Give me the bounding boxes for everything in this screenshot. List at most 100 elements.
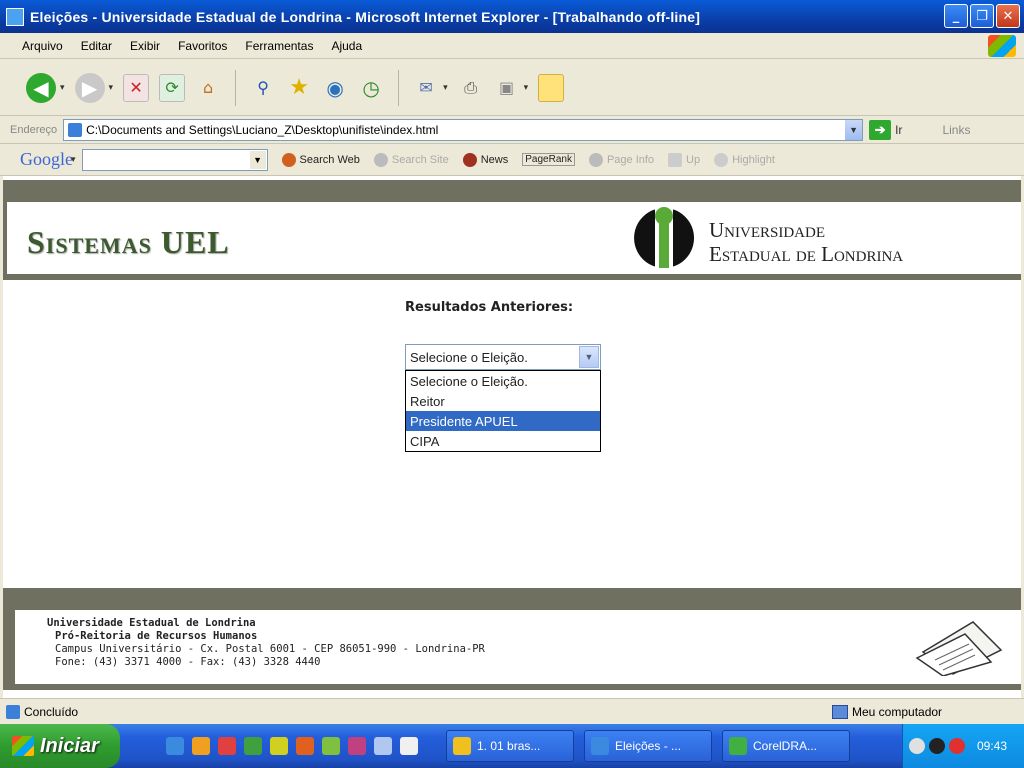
task-button-1[interactable]: 1. 01 bras... xyxy=(446,730,574,762)
go-button[interactable]: Ir xyxy=(895,123,902,137)
back-icon[interactable]: ◀ xyxy=(26,72,56,103)
folder-icon[interactable] xyxy=(538,73,565,102)
quick-launch xyxy=(166,737,418,755)
print-icon[interactable]: ⎙ xyxy=(458,74,484,102)
close-button[interactable]: ✕ xyxy=(996,4,1020,28)
forward-dropdown-icon[interactable]: ▾ xyxy=(109,83,114,93)
university-name-line1: Universidade xyxy=(709,218,825,242)
menu-bar: Arquivo Editar Exibir Favoritos Ferramen… xyxy=(0,33,1024,59)
pagerank-indicator[interactable]: PageRank xyxy=(522,153,575,166)
quick-launch-icon[interactable] xyxy=(244,737,262,755)
quick-launch-icon[interactable] xyxy=(348,737,366,755)
standard-toolbar: ◀ ▾ ▶ ▾ ✕ ⟳ ⌂ ⚲ ★ ◉ ◷ ✉ ▾ ⎙ ▣ ▾ xyxy=(0,60,1024,116)
toolbar-separator xyxy=(235,69,237,106)
highlight-button[interactable]: Highlight xyxy=(714,152,775,167)
menu-arquivo[interactable]: Arquivo xyxy=(22,39,63,53)
menu-editar[interactable]: Editar xyxy=(81,39,112,53)
maximize-button[interactable]: ❐ xyxy=(970,4,994,28)
university-name: Universidade Estadual de Londrina xyxy=(709,218,903,266)
page-icon xyxy=(68,122,83,137)
site-header: Sistemas UEL Universidade Estadual de Lo… xyxy=(19,202,1021,274)
task-label: 1. 01 bras... xyxy=(477,739,541,753)
option-cipa[interactable]: CIPA xyxy=(406,431,600,451)
task-label: CorelDRA... xyxy=(753,739,818,753)
links-button[interactable]: Links xyxy=(942,123,970,137)
up-icon xyxy=(668,152,683,167)
news-button[interactable]: News xyxy=(462,152,508,167)
refresh-icon[interactable]: ⟳ xyxy=(159,73,186,102)
mail-icon[interactable]: ✉ xyxy=(413,74,439,102)
quick-launch-icon[interactable] xyxy=(270,737,288,755)
option-selecione[interactable]: Selecione o Eleição. xyxy=(406,371,600,391)
google-search-input[interactable]: ▼ xyxy=(81,148,268,171)
pagerank-label: PageRank xyxy=(522,153,575,166)
edit-dropdown-icon[interactable]: ▾ xyxy=(524,83,529,93)
media-icon[interactable]: ◉ xyxy=(322,74,348,102)
status-bar: Concluído Meu computador xyxy=(0,698,1024,724)
history-icon[interactable]: ◷ xyxy=(358,74,384,102)
status-zone-label: Meu computador xyxy=(852,704,943,719)
quick-launch-icon[interactable] xyxy=(374,737,392,755)
search-web-icon xyxy=(281,152,296,167)
footer-phone: Fone: (43) 3371 4000 - Fax: (43) 3328 44… xyxy=(55,656,321,668)
footer-university: Universidade Estadual de Londrina xyxy=(47,617,256,629)
quick-launch-icon[interactable] xyxy=(166,737,184,755)
menu-ferramentas[interactable]: Ferramentas xyxy=(245,39,313,53)
edit-icon[interactable]: ▣ xyxy=(494,74,520,102)
election-options-list: Selecione o Eleição. Reitor Presidente A… xyxy=(405,370,601,452)
option-reitor[interactable]: Reitor xyxy=(406,391,600,411)
university-name-line2: Estadual de Londrina xyxy=(709,242,904,266)
footer-band-bottom xyxy=(3,684,1021,690)
my-computer-icon xyxy=(832,704,848,719)
select-dropdown-icon[interactable]: ▼ xyxy=(579,346,599,368)
ie-app-icon xyxy=(6,7,24,26)
home-icon[interactable]: ⌂ xyxy=(195,74,221,102)
toolbar-separator xyxy=(398,69,400,106)
go-arrow-icon[interactable]: ➔ xyxy=(869,119,892,140)
task-button-3[interactable]: CorelDRA... xyxy=(722,730,850,762)
tray-icon[interactable] xyxy=(949,738,965,754)
favorites-star-icon[interactable]: ★ xyxy=(286,74,312,102)
address-input[interactable]: C:\Documents and Settings\Luciano_Z\Desk… xyxy=(63,118,864,141)
task-label: Eleições - ... xyxy=(615,739,682,753)
address-url[interactable]: C:\Documents and Settings\Luciano_Z\Desk… xyxy=(86,123,438,137)
menu-favoritos[interactable]: Favoritos xyxy=(178,39,227,53)
quick-launch-icon[interactable] xyxy=(218,737,236,755)
stop-icon[interactable]: ✕ xyxy=(123,73,150,102)
search-site-button[interactable]: Search Site xyxy=(373,152,449,167)
minimize-button[interactable]: _ xyxy=(944,4,968,28)
title-bar: Eleições - Universidade Estadual de Lond… xyxy=(0,0,1024,33)
address-dropdown-icon[interactable]: ▼ xyxy=(845,119,863,140)
clock[interactable]: 09:43 xyxy=(977,739,1007,753)
mail-dropdown-icon[interactable]: ▾ xyxy=(443,83,448,93)
quick-launch-icon[interactable] xyxy=(296,737,314,755)
quick-launch-icon[interactable] xyxy=(400,737,418,755)
google-search-dropdown-icon[interactable]: ▼ xyxy=(249,150,266,169)
header-band-bottom xyxy=(3,274,1021,280)
menu-ajuda[interactable]: Ajuda xyxy=(331,39,362,53)
election-select-value: Selecione o Eleição. xyxy=(410,349,528,365)
election-select[interactable]: Selecione o Eleição. ▼ xyxy=(405,344,601,370)
google-logo[interactable]: Google xyxy=(20,149,73,170)
search-web-button[interactable]: Search Web xyxy=(281,152,360,167)
search-site-icon xyxy=(373,152,388,167)
search-web-label: Search Web xyxy=(299,153,360,166)
tray-icon[interactable] xyxy=(929,738,945,754)
start-button[interactable]: Iniciar xyxy=(0,724,120,768)
status-page-icon xyxy=(6,704,20,719)
quick-launch-icon[interactable] xyxy=(322,737,340,755)
up-button[interactable]: Up xyxy=(668,152,700,167)
tray-icon[interactable] xyxy=(909,738,925,754)
google-dropdown-icon[interactable]: ▾ xyxy=(71,154,76,165)
menu-exibir[interactable]: Exibir xyxy=(130,39,160,53)
uel-logo-icon xyxy=(634,207,695,268)
page-info-button[interactable]: Page Info xyxy=(588,152,654,167)
forward-icon[interactable]: ▶ xyxy=(74,72,105,103)
option-presidente-apuel[interactable]: Presidente APUEL xyxy=(406,411,600,431)
quick-launch-icon[interactable] xyxy=(192,737,210,755)
footer-band xyxy=(3,588,1021,610)
footer-department: Pró-Reitoria de Recursos Humanos xyxy=(55,630,258,642)
search-icon[interactable]: ⚲ xyxy=(250,74,276,102)
back-dropdown-icon[interactable]: ▾ xyxy=(60,83,65,93)
task-button-2[interactable]: Eleições - ... xyxy=(584,730,712,762)
